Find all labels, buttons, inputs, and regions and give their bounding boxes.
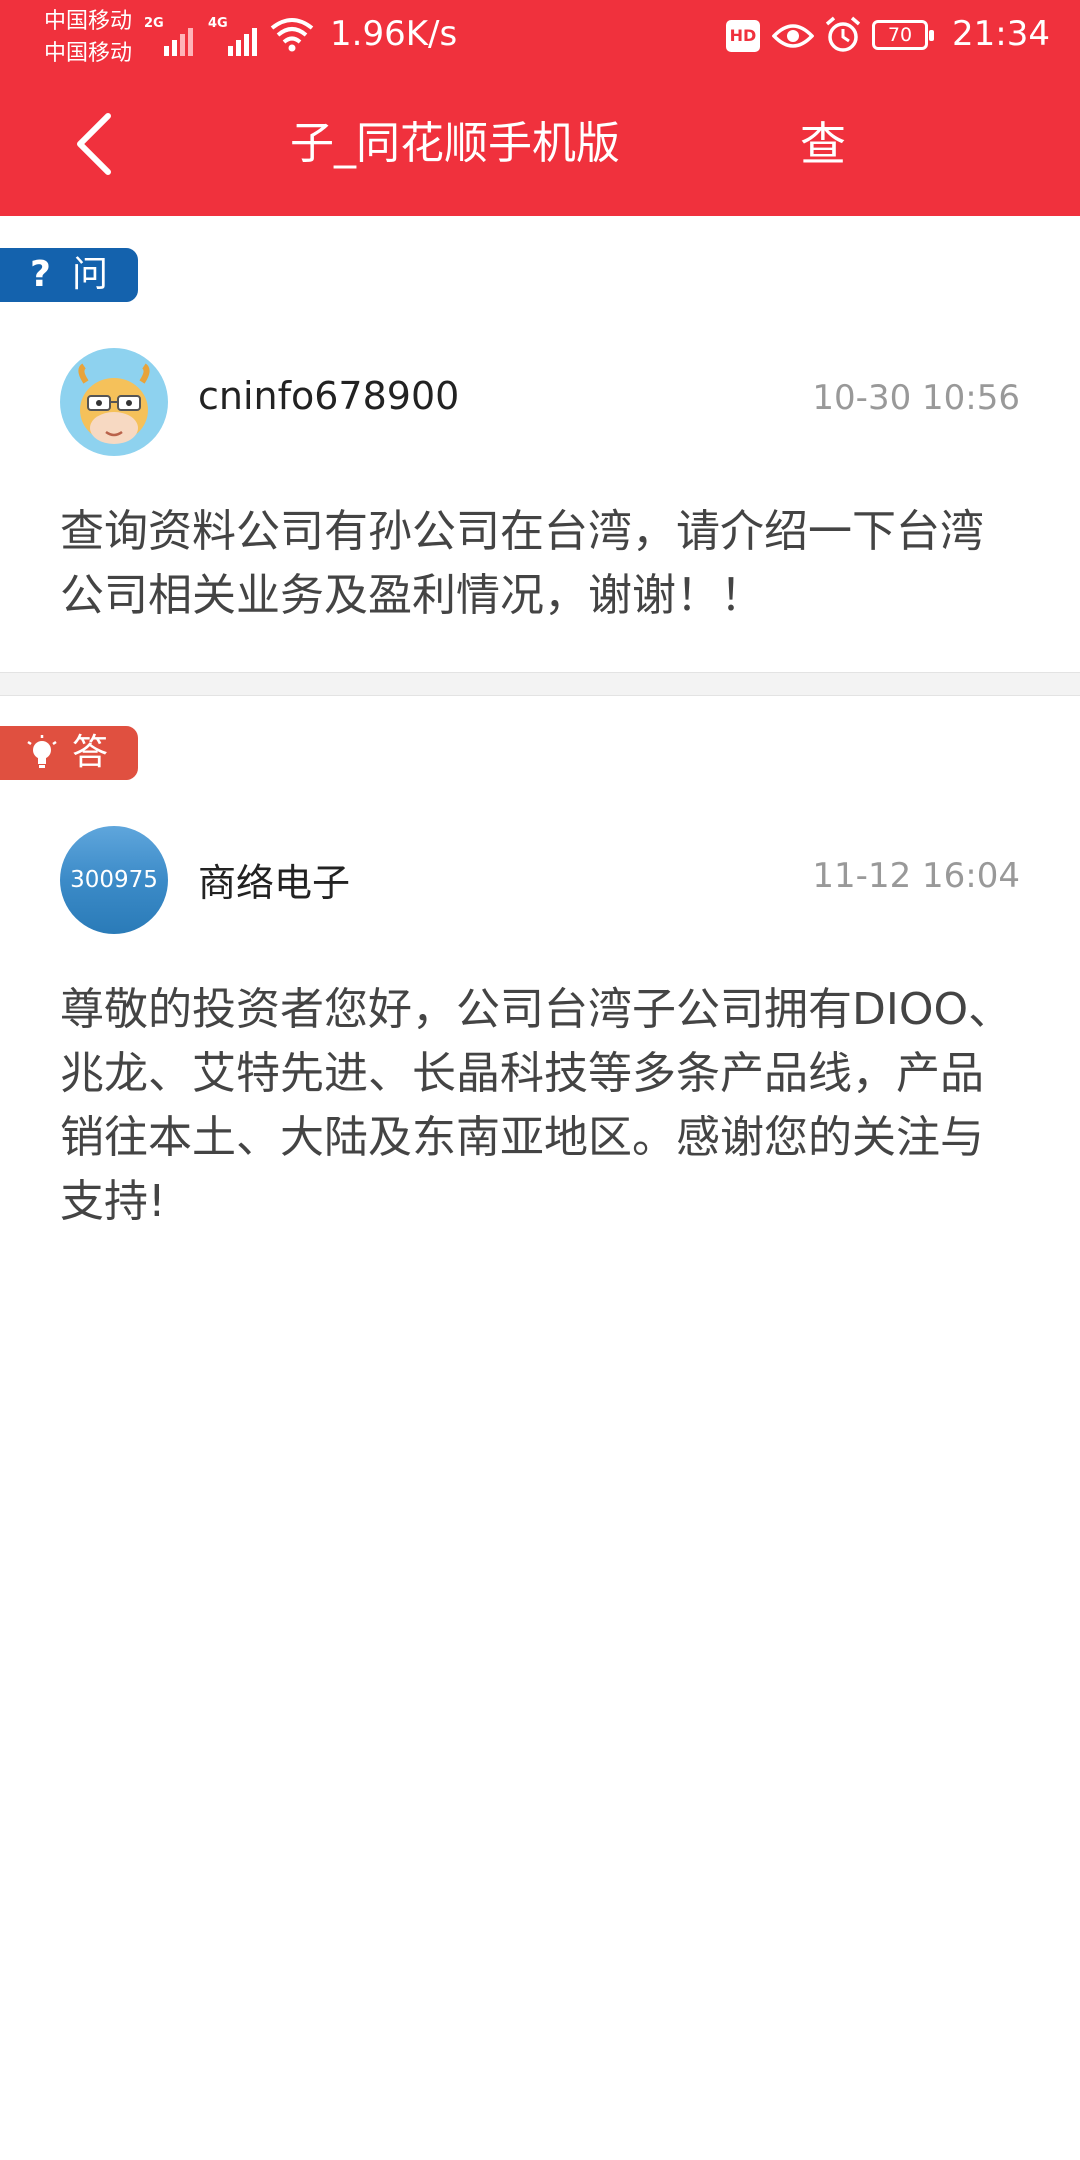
answer-time: 11-12 16:04 (812, 856, 1020, 896)
eye-icon (772, 24, 814, 48)
cow-mascot-icon (78, 363, 150, 444)
answer-user-name[interactable]: 商络电子 (198, 852, 350, 907)
answer-section: 答 300975 商络电子 11-12 16:04 尊敬的投资者您好，公司台湾子… (0, 696, 1080, 1296)
section-divider (0, 672, 1080, 696)
question-badge: ? 问 (0, 248, 138, 302)
question-text: 查询资料公司有孙公司在台湾，请介绍一下台湾公司相关业务及盈利情况，谢谢！！ (60, 506, 984, 621)
hd-icon: HD (726, 20, 760, 52)
battery-icon: 70 (872, 20, 934, 50)
carrier-1: 中国移动 (44, 9, 133, 34)
question-mark-icon: ? (30, 254, 51, 295)
back-button[interactable] (56, 100, 136, 188)
question-user-name[interactable]: cninfo678900 (198, 374, 459, 418)
avatar[interactable]: 300975 (60, 826, 168, 934)
question-time: 10-30 10:56 (812, 378, 1020, 418)
carrier-2: 中国移动 (44, 41, 133, 66)
signal-1-tag: 2G (144, 16, 164, 31)
app-header: 中国移动 中国移动 2G 4G 1.96K/s HD 70 21:34 子_同花… (0, 0, 1080, 216)
stock-code: 300975 (70, 867, 158, 893)
battery-level: 70 (887, 24, 913, 46)
avatar[interactable] (60, 348, 168, 456)
answer-badge-label: 答 (72, 732, 109, 773)
answer-badge: 答 (0, 726, 138, 780)
page-title: 子_同花顺手机版 (290, 118, 620, 169)
clock: 21:34 (952, 14, 1050, 54)
carrier-labels: 中国移动 中国移动 (44, 6, 132, 70)
question-section: ? 问 cninfo678900 10-30 10:56 查询资料公司有孙公司在… (0, 216, 1080, 672)
signal-bars-icon (228, 28, 257, 56)
alarm-icon (825, 16, 861, 52)
question-badge-label: 问 (72, 254, 109, 295)
chevron-left-icon (77, 113, 111, 175)
network-speed: 1.96K/s (330, 14, 458, 54)
search-button[interactable]: 查 (800, 116, 846, 172)
wifi-icon (270, 18, 314, 52)
signal-2-tag: 4G (208, 16, 228, 31)
status-bar: 中国移动 中国移动 2G 4G 1.96K/s HD 70 21:34 (0, 0, 1080, 72)
lightbulb-icon (27, 735, 57, 768)
navigation-bar: 子_同花顺手机版 查 (0, 72, 1080, 216)
answer-text: 尊敬的投资者您好，公司台湾子公司拥有DIOO、兆龙、艾特先进、长晶科技等多条产品… (60, 984, 1013, 1227)
signal-bars-icon (164, 28, 193, 56)
